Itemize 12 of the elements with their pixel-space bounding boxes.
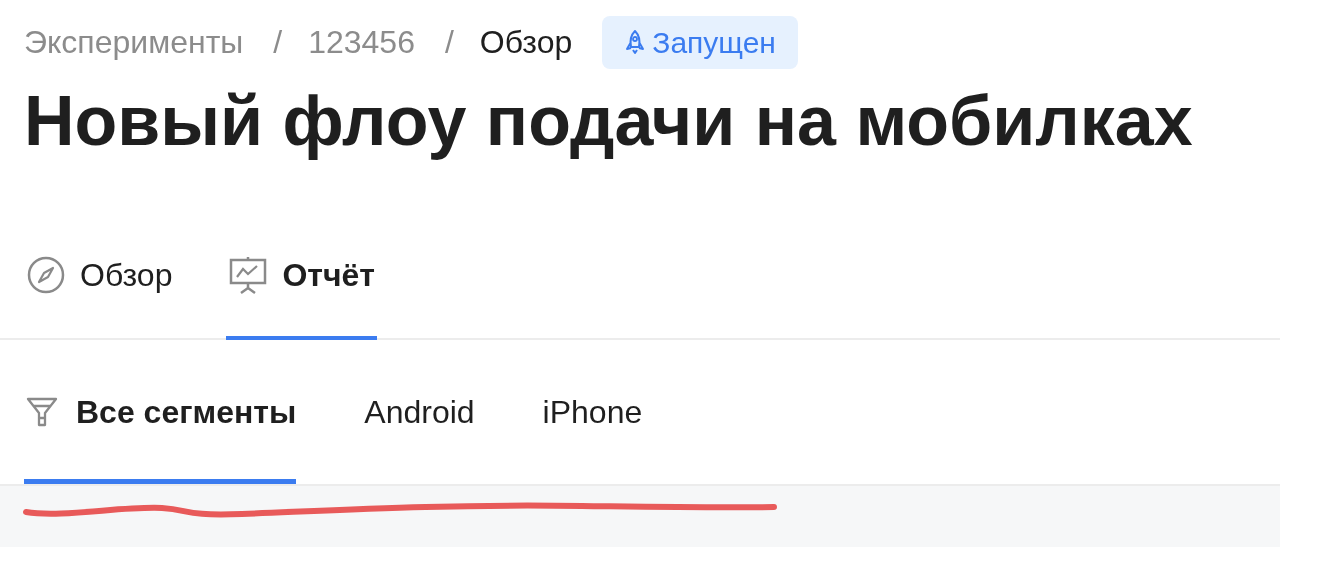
compass-icon — [26, 255, 66, 295]
tab[interactable]: Отчёт — [226, 214, 378, 340]
segment-tab[interactable]: iPhone — [542, 340, 643, 484]
breadcrumb-current[interactable]: Обзор — [479, 18, 573, 66]
status-badge: Запущен — [602, 15, 798, 69]
breadcrumb-separator: / — [444, 23, 454, 62]
presentation-chart-icon — [228, 255, 269, 295]
breadcrumb-separator: / — [273, 23, 283, 62]
page-title: Новый флоу подачи на мобилках — [24, 81, 1194, 162]
rocket-icon — [624, 29, 647, 55]
tab[interactable]: Обзор — [24, 214, 175, 340]
segment-tab[interactable]: Android — [364, 340, 475, 484]
